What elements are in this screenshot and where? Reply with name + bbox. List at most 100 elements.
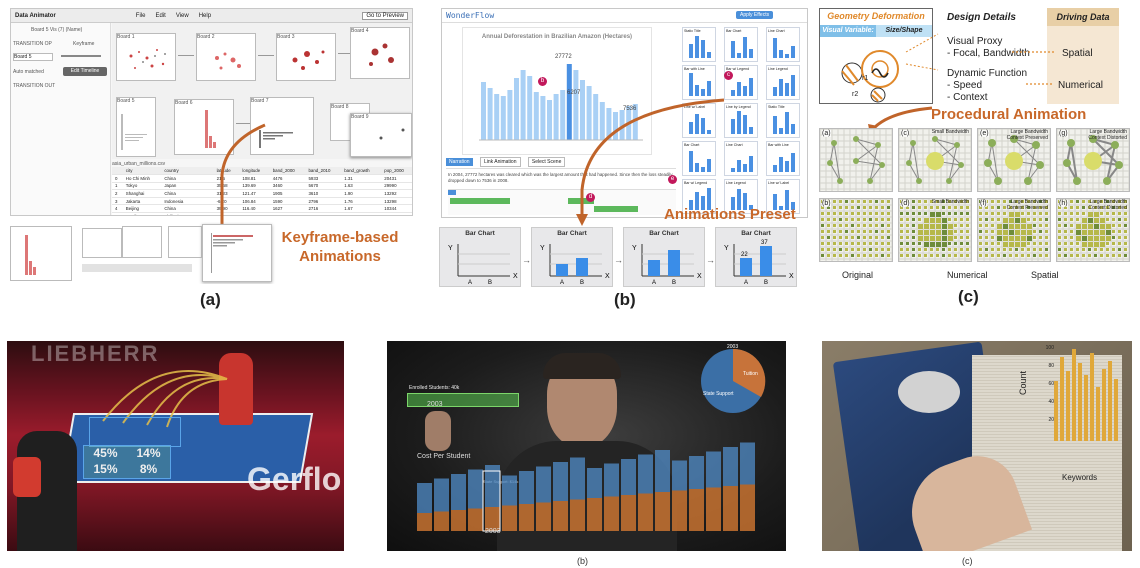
matrix-cell bbox=[1088, 230, 1093, 235]
matrix-cell bbox=[1100, 230, 1105, 235]
matrix-cell bbox=[881, 200, 884, 203]
matrix-cell bbox=[1088, 236, 1093, 241]
graph-node bbox=[831, 140, 837, 146]
matrix-cell bbox=[1082, 242, 1087, 247]
grid-tag: (g) bbox=[1059, 130, 1068, 137]
matrix-cell bbox=[1045, 236, 1048, 239]
matrix-cell bbox=[1027, 254, 1030, 257]
matrix-cell bbox=[1021, 254, 1024, 257]
matrix-cell bbox=[881, 248, 884, 251]
matrix-cell bbox=[887, 230, 890, 233]
matrix-cell bbox=[991, 206, 994, 209]
matrix-cell bbox=[997, 236, 1002, 241]
matrix-cell bbox=[1058, 236, 1061, 239]
matrix-cell bbox=[1015, 230, 1020, 235]
deformation-grid: (c) Small Bandwidth bbox=[898, 128, 972, 192]
matrix-cell bbox=[887, 224, 890, 227]
matrix-cell bbox=[1003, 218, 1008, 223]
matrix-cell bbox=[1003, 212, 1006, 215]
matrix-cell bbox=[924, 248, 927, 251]
matrix-cell bbox=[851, 212, 854, 215]
grid-tag: (a) bbox=[822, 130, 831, 137]
matrix-cell bbox=[1039, 212, 1042, 215]
matrix-cell bbox=[991, 254, 994, 257]
matrix-cell bbox=[900, 212, 903, 215]
matrix-cell bbox=[1039, 248, 1042, 251]
matrix-cell bbox=[1009, 212, 1014, 217]
matrix-cell bbox=[918, 218, 921, 221]
matrix-cell bbox=[997, 200, 1000, 203]
matrix-cell bbox=[966, 206, 969, 209]
matrix-cell bbox=[875, 254, 878, 257]
graph-node bbox=[1036, 161, 1044, 169]
matrix-cell bbox=[930, 224, 935, 229]
matrix-cell bbox=[1039, 242, 1042, 245]
matrix-cell bbox=[1082, 254, 1085, 257]
matrix-cell bbox=[948, 224, 953, 229]
graph-node bbox=[875, 142, 881, 148]
matrix-cell bbox=[869, 206, 872, 209]
matrix-cell bbox=[1058, 212, 1061, 215]
matrix-cell bbox=[942, 242, 947, 247]
graph-node bbox=[946, 178, 952, 184]
matrix-cell bbox=[1070, 212, 1073, 215]
matrix-cell bbox=[979, 242, 982, 245]
matrix-cell bbox=[906, 236, 909, 239]
matrix-cell bbox=[966, 218, 969, 221]
matrix-cell bbox=[869, 200, 872, 203]
matrix-cell bbox=[900, 224, 903, 227]
grid-graphic bbox=[898, 128, 972, 191]
matrix-cell bbox=[875, 236, 878, 239]
deformation-grid: (a) bbox=[819, 128, 893, 192]
matrix-cell bbox=[1076, 242, 1079, 245]
matrix-cell bbox=[845, 230, 848, 233]
placement-grid bbox=[89, 417, 181, 447]
matrix-cell bbox=[839, 212, 842, 215]
matrix-cell bbox=[1045, 254, 1048, 257]
matrix-cell bbox=[960, 236, 963, 239]
lecture-ar-photo: Enrolled Students: 40k 2003 Cost Per Stu… bbox=[387, 341, 786, 551]
matrix-cell bbox=[906, 230, 909, 233]
grid-graphic bbox=[819, 128, 893, 191]
matrix-cell bbox=[912, 224, 915, 227]
matrix-cell bbox=[985, 224, 988, 227]
matrix-cell bbox=[1124, 242, 1127, 245]
matrix-cell bbox=[1106, 230, 1111, 235]
matrix-cell bbox=[1088, 224, 1093, 229]
graph-node bbox=[932, 136, 938, 142]
pie-chart bbox=[701, 348, 766, 413]
graph-node bbox=[916, 178, 922, 184]
tuition-bar bbox=[604, 496, 619, 531]
matrix-cell bbox=[906, 212, 909, 215]
matrix-cell bbox=[1124, 248, 1127, 251]
matrix-cell bbox=[1021, 230, 1026, 235]
state-support-bar bbox=[468, 469, 483, 509]
matrix-cell bbox=[1112, 254, 1115, 257]
matrix-cell bbox=[887, 236, 890, 239]
matrix-cell bbox=[1003, 242, 1008, 247]
matrix-cell bbox=[821, 224, 824, 227]
matrix-cell bbox=[991, 230, 994, 233]
matrix-cell bbox=[839, 242, 842, 245]
graph-node bbox=[954, 142, 960, 148]
matrix-cell bbox=[966, 242, 969, 245]
year-label-bottom: 2003 bbox=[485, 528, 501, 535]
graph-node bbox=[853, 158, 859, 164]
matrix-cell bbox=[1039, 236, 1042, 239]
matrix-cell bbox=[857, 206, 860, 209]
matrix-cell bbox=[833, 230, 836, 233]
matrix-cell bbox=[827, 224, 830, 227]
matrix-cell bbox=[1064, 218, 1067, 221]
matrix-cell bbox=[924, 200, 927, 203]
matrix-cell bbox=[1009, 248, 1012, 251]
matrix-cell bbox=[1003, 224, 1008, 229]
matrix-cell bbox=[1027, 224, 1032, 229]
matrix-cell bbox=[912, 200, 915, 203]
matrix-cell bbox=[1082, 200, 1085, 203]
state-support-bar bbox=[706, 451, 721, 488]
keyword-histogram bbox=[1054, 349, 1118, 441]
tuition-bar bbox=[570, 499, 585, 531]
matrix-cell bbox=[997, 248, 1000, 251]
matrix-cell bbox=[942, 254, 945, 257]
tuition-bar bbox=[434, 511, 449, 531]
